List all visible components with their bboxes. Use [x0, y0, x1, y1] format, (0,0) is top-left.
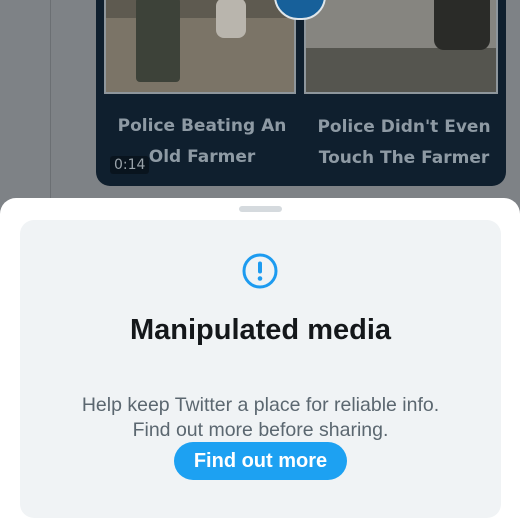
- bottom-sheet: Manipulated media Help keep Twitter a pl…: [0, 198, 520, 528]
- video-duration: 0:14: [110, 156, 150, 174]
- find-out-more-button[interactable]: Find out more: [174, 442, 347, 480]
- timeline-divider: [50, 0, 51, 200]
- manipulated-media-notice: Manipulated media Help keep Twitter a pl…: [20, 220, 501, 518]
- video-frame-right: [304, 0, 498, 94]
- notice-body-line-1: Help keep Twitter a place for reliable i…: [81, 394, 440, 416]
- notice-body: Help keep Twitter a place for reliable i…: [50, 393, 471, 443]
- tweet-video: Police Beating An Old Farmer Police Didn…: [96, 0, 506, 186]
- notice-body-line-2: Find out more before sharing.: [132, 419, 389, 441]
- sheet-drag-handle[interactable]: [239, 206, 282, 212]
- alert-circle-icon: [242, 253, 278, 289]
- notice-title: Manipulated media: [129, 314, 392, 346]
- video-frame-left: [104, 0, 296, 94]
- video-caption-right: Police Didn't Even Touch The Farmer: [317, 117, 491, 168]
